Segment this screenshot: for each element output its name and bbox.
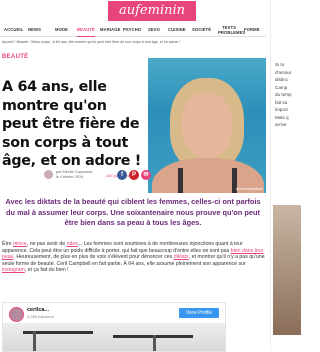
nav-item-soci-t-[interactable]: SOCIÉTÉ [192, 24, 211, 36]
instagram-followers: 4,288 followers [27, 314, 54, 319]
main-nav: ACCUEIL NEWS MODE BEAUTÉ MARIAGE PSYCHO SEXO CU… [0, 24, 266, 37]
link-instagram[interactable]: instagram [2, 267, 25, 273]
nav-item-cuisine[interactable]: CUISINE [168, 24, 186, 36]
facebook-share-icon[interactable]: f [117, 170, 127, 180]
sidebar-text-line: distinc [275, 77, 289, 82]
breadcrumb-home[interactable]: Accueil [2, 40, 14, 44]
article-photo: @cccampbelliam [148, 58, 266, 193]
nav-item-psycho[interactable]: PSYCHO [123, 24, 141, 36]
gym-post-1 [33, 331, 36, 351]
article-category[interactable]: BEAUTÉ [2, 54, 28, 60]
byline: par Mindie Capoumar le 4 février 2019 [56, 170, 93, 180]
nav-item-mode[interactable]: MODE [55, 24, 68, 36]
breadcrumb-soins-corps[interactable]: Soins corps [31, 40, 50, 44]
photo-face [182, 92, 232, 158]
nav-item-sexo[interactable]: SEXO [148, 24, 160, 36]
sidebar-article-preview: Si tu d'amour distinc Camp du temp fait sa imp… [270, 0, 301, 350]
breadcrumb-current: A 64 ans, elle montre qu'on peut être fi… [52, 40, 180, 44]
sidebar-text-line: Mais q [275, 114, 289, 120]
sidebar-text-line: arrive [275, 122, 287, 127]
view-profile-button[interactable]: View Profile [179, 308, 219, 318]
breadcrumb-beaute[interactable]: Beauté [17, 40, 28, 44]
nav-item-beaut-[interactable]: BEAUTÉ [77, 24, 95, 37]
nav-item-tests-problemes[interactable]: TESTS PROBLEMES [218, 25, 245, 35]
article-intro: Avec les diktats de la beauté qui ciblen… [5, 197, 261, 228]
sidebar-text-line: import [275, 107, 288, 112]
sidebar-text-line: d'amour [275, 69, 292, 75]
instagram-image[interactable] [3, 323, 225, 351]
email-share-icon[interactable]: ✉ [141, 170, 151, 180]
nav-item-news[interactable]: NEWS [28, 24, 41, 36]
top-bar: aufeminin [0, 0, 300, 22]
sidebar-image[interactable] [273, 205, 301, 335]
gym-post-2 [153, 335, 156, 351]
site-logo[interactable]: aufeminin [108, 1, 196, 21]
link-mince[interactable]: mince [13, 241, 27, 247]
photo-credit: @cccampbelliam [235, 187, 263, 191]
sidebar-text-line: Si tu [275, 62, 285, 67]
nav-item-accueil[interactable]: ACCUEIL [4, 24, 23, 36]
breadcrumb: Accueil / Beauté / Soins corps / A 64 an… [2, 40, 180, 44]
sidebar-text-line: du temp [275, 92, 292, 97]
nav-item-forme[interactable]: FORME [244, 24, 260, 36]
instagram-avatar[interactable] [9, 307, 24, 322]
pinterest-share-icon[interactable]: P [129, 170, 139, 180]
photo-strap-left [178, 168, 183, 193]
instagram-embed: cerilca... 4,288 followers View Profile [2, 302, 226, 352]
publish-date: le 4 février 2019 [56, 175, 84, 179]
author-avatar [44, 170, 53, 179]
nav-item-mariage[interactable]: MARIAGE [100, 24, 120, 36]
instagram-username[interactable]: cerilca... [27, 307, 49, 313]
article-body: Être mince, ne pas avoir de rides... Les… [2, 241, 265, 274]
link-rides[interactable]: rides [67, 241, 78, 247]
article-headline: A 64 ans, elle montre qu'on peut être fi… [2, 79, 142, 169]
sidebar-text-line: fait sa [275, 99, 288, 105]
link-diktats[interactable]: diktats [174, 254, 189, 260]
sidebar-text-line: Camp [275, 84, 288, 90]
